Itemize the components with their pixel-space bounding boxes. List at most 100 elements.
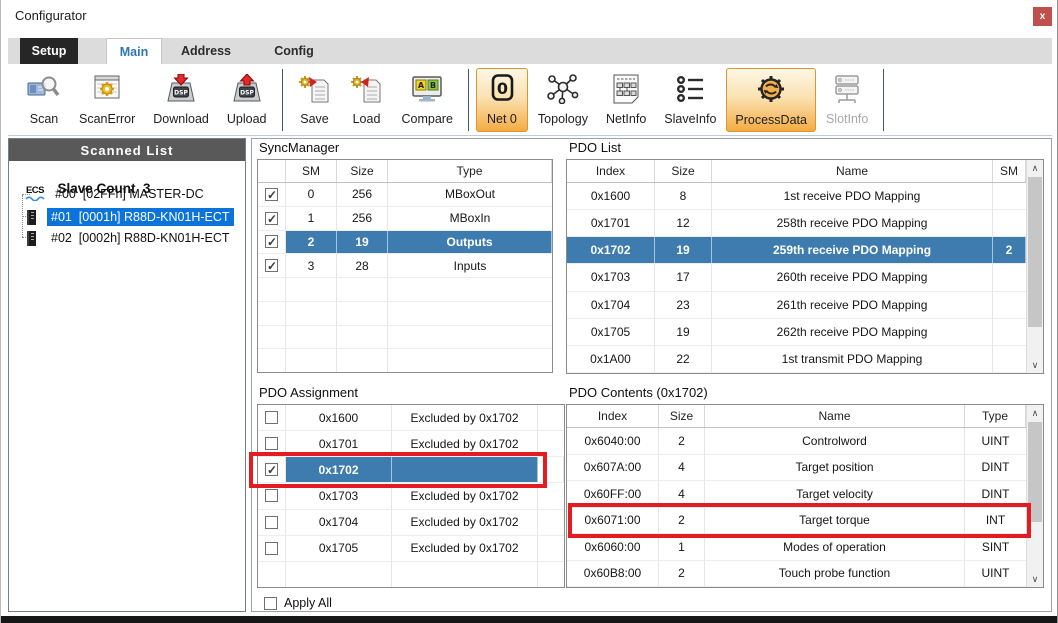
tab-main[interactable]: Main [106,38,162,64]
table-header: Index Size Name Type [567,405,1026,428]
table-row-selected[interactable]: 0x1702 19 259th receive PDO Mapping 2 [567,237,1026,264]
toolbar-button-upload[interactable]: DSP Upload [219,68,275,132]
table-row-highlighted[interactable]: 0x6071:00 2 Target torque INT [567,508,1026,535]
dsp-key-text: DSP [174,89,188,96]
apply-all-checkbox[interactable] [264,597,277,610]
scroll-thumb[interactable] [1028,177,1042,327]
table-row[interactable]: 3 28 Inputs [258,254,552,278]
dsp-key-text: DSP [240,89,254,96]
tree-item-master[interactable]: ECS #00 [02FFh] MASTER-DC [23,184,208,204]
window-title: Configurator [15,8,87,23]
toolbar-button-load[interactable]: Load [342,68,392,132]
scroll-down-icon[interactable]: ∨ [1027,571,1043,587]
servo-drive-icon [27,231,36,246]
table-row[interactable]: 1 256 MBoxIn [258,207,552,231]
toolbar-button-save[interactable]: Save [290,68,340,132]
pdolist-scrollbar[interactable]: ∧ ∨ [1026,160,1043,373]
row-checkbox[interactable] [265,212,278,225]
scanned-list-panel: Scanned List Slave Count 3 ECS #00 [02FF… [8,138,246,612]
table-row[interactable]: 0x1705 19 262th receive PDO Mapping [567,319,1026,346]
table-row-selected[interactable]: 0x1702 [258,457,564,483]
table-row[interactable]: 0x1704 Excluded by 0x1702 [258,510,564,536]
table-row[interactable]: 0x1704 23 261th receive PDO Mapping [567,292,1026,319]
row-checkbox[interactable] [265,516,278,529]
close-icon: x [1040,11,1046,22]
row-checkbox[interactable] [265,489,278,502]
scroll-down-icon[interactable]: ∨ [1027,357,1043,373]
toolbar-separator [282,69,283,131]
toolbar-button-scanerror[interactable]: ScanError [71,68,143,132]
toolbar-button-processdata[interactable]: ProcessData [726,68,816,132]
scroll-thumb[interactable] [1028,422,1042,522]
toolbar-button-label: ProcessData [735,113,807,127]
pdolist-title: PDO List [569,140,621,155]
table-row[interactable]: 0x607A:00 4 Target position DINT [567,455,1026,482]
scan-icon [27,74,61,109]
slotinfo-icon [830,74,864,109]
table-row[interactable]: 0x1705 Excluded by 0x1702 [258,536,564,562]
table-row[interactable]: 0x6060:00 1 Modes of operation SINT [567,534,1026,561]
table-row[interactable]: 0x6040:00 2 Controlword UINT [567,428,1026,455]
toolbar-separator [468,69,469,131]
apply-all-control[interactable]: Apply All [264,596,332,610]
row-checkbox[interactable] [265,463,278,476]
toolbar-button-label: SlaveInfo [664,112,716,126]
table-row[interactable]: 0x60FF:00 4 Target velocity DINT [567,481,1026,508]
row-checkbox[interactable] [265,411,278,424]
table-header: SM Size Type [258,160,552,183]
table-row[interactable]: 0x1701 12 258th receive PDO Mapping [567,210,1026,237]
net0-icon: 0 [485,74,519,109]
table-row[interactable]: 0x1A00 22 1st transmit PDO Mapping [567,346,1026,373]
pdoassignment-title: PDO Assignment [259,385,358,400]
title-bar: Configurator x [1,0,1057,32]
toolbar-button-compare[interactable]: A B Compare [394,68,461,132]
toolbar-button-label: Download [153,112,209,126]
table-row[interactable]: 0x1703 Excluded by 0x1702 [258,483,564,509]
table-row[interactable]: 0x1703 17 260th receive PDO Mapping [567,264,1026,291]
close-button[interactable]: x [1033,7,1052,26]
apply-all-label: Apply All [284,596,332,610]
row-checkbox[interactable] [265,235,278,248]
ecs-master-icon: ECS [23,187,47,201]
toolbar-button-net0[interactable]: 0 Net 0 [476,68,528,132]
tab-setup[interactable]: Setup [20,38,78,64]
table-row[interactable]: 0 256 MBoxOut [258,183,552,207]
pdolist-table: Index Size Name SM 0x1600 8 1st receive … [566,159,1044,374]
scroll-up-icon[interactable]: ∧ [1027,160,1043,176]
row-checkbox[interactable] [265,259,278,272]
compare-b-label: B [430,81,436,90]
scanned-list-header: Scanned List [9,139,245,161]
scroll-up-icon[interactable]: ∧ [1027,405,1043,421]
toolbar-button-scan[interactable]: Scan [19,68,69,132]
table-row[interactable]: 0x1600 8 1st receive PDO Mapping [567,183,1026,210]
download-dsp-icon: DSP [164,74,198,109]
table-row[interactable]: 0x1701 Excluded by 0x1702 [258,431,564,457]
toolbar-button-netinfo[interactable]: NetInfo [598,68,654,132]
row-checkbox[interactable] [265,437,278,450]
net0-glyph: 0 [497,79,508,98]
scan-error-icon [90,74,124,109]
table-row-selected[interactable]: 2 19 Outputs [258,231,552,255]
toolbar-button-label: Scan [30,112,59,126]
configurator-window: Configurator x Setup Main Address Config… [0,0,1058,623]
tree-item-label: #01 [0001h] R88D-KN01H-ECT [47,208,234,226]
toolbar-button-topology[interactable]: Topology [530,68,596,132]
tab-address[interactable]: Address [162,38,250,64]
processdata-gear-icon [754,73,788,110]
toolbar-button-slaveinfo[interactable]: SlaveInfo [656,68,724,132]
tab-config[interactable]: Config [250,38,338,64]
toolbar-button-slotinfo[interactable]: SlotInfo [818,68,876,132]
row-checkbox[interactable] [265,188,278,201]
table-row[interactable]: 0x60B8:00 2 Touch probe function UINT [567,561,1026,588]
toolbar-button-download[interactable]: DSP Download [145,68,217,132]
table-row[interactable]: 0x1600 Excluded by 0x1702 [258,405,564,431]
col-sm: SM [286,160,337,182]
toolbar-button-label: Load [353,112,381,126]
col-size: Size [337,160,388,182]
netinfo-icon [609,74,643,109]
tree-item-slave-01[interactable]: #01 [0001h] R88D-KN01H-ECT [23,207,234,227]
tree-item-slave-02[interactable]: #02 [0002h] R88D-KN01H-ECT [23,228,234,248]
toolbar: Scan ScanError DSP [8,64,1052,136]
pdocontents-scrollbar[interactable]: ∧ ∨ [1026,405,1043,587]
row-checkbox[interactable] [265,542,278,555]
